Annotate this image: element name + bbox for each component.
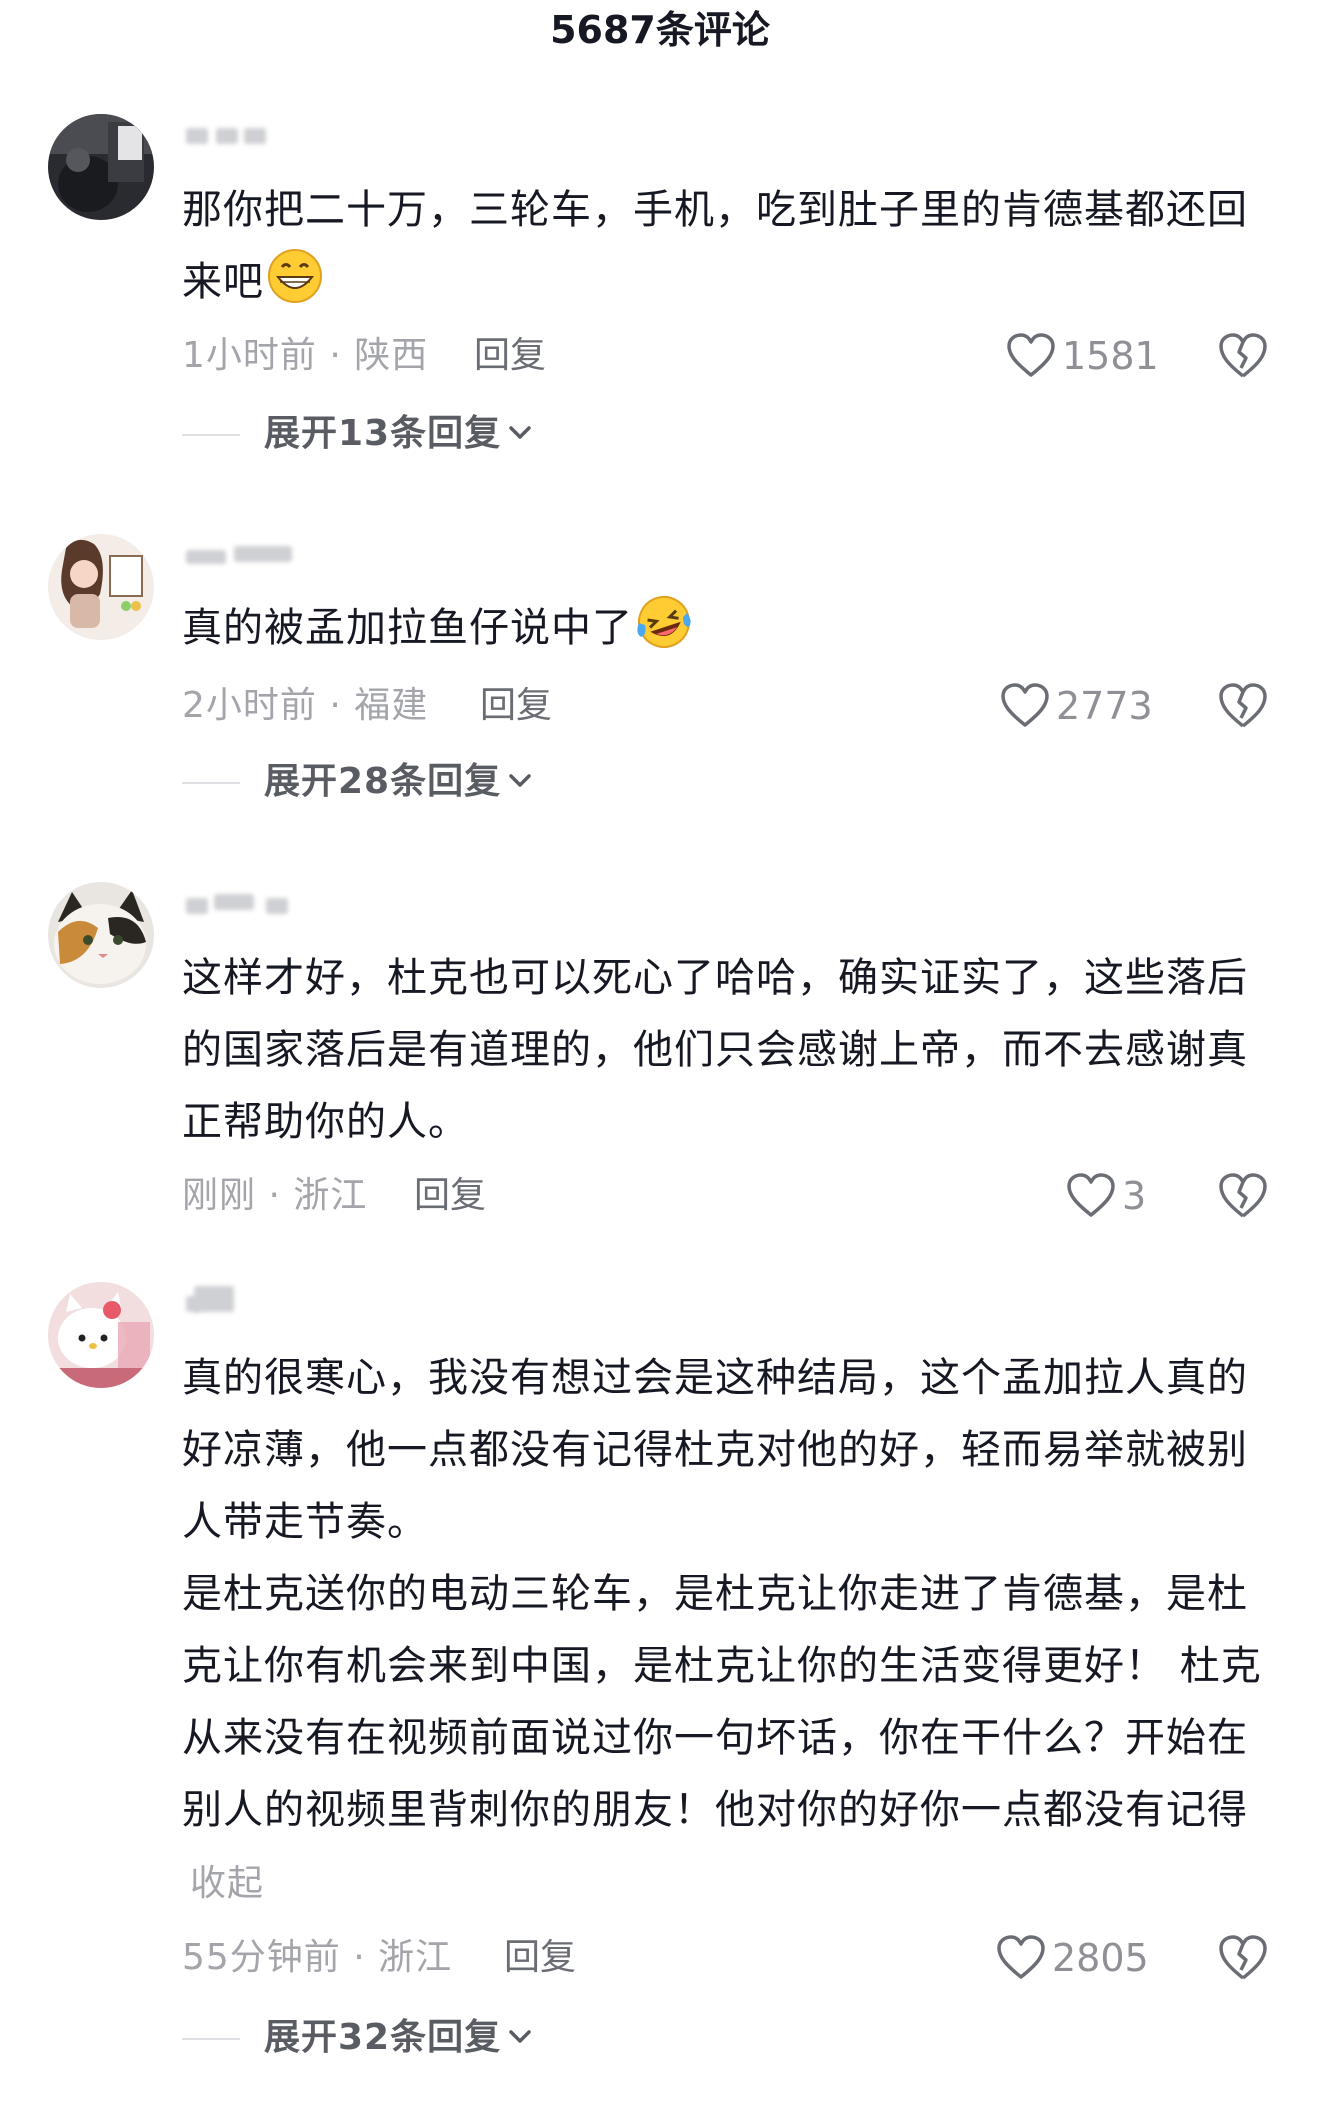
grinning-face-emoji <box>266 247 324 305</box>
heart-icon <box>1001 683 1049 727</box>
time-location: 刚刚 · 浙江 <box>182 1175 368 1216</box>
avatar[interactable] <box>48 114 154 220</box>
collapse-button[interactable]: 收起 <box>190 1863 264 1904</box>
reply-button[interactable]: 回复 <box>480 684 552 728</box>
like-count: 2773 <box>1056 684 1153 728</box>
like-count: 3 <box>1122 1174 1147 1218</box>
divider <box>182 2038 240 2040</box>
comment-text-paragraph-1: 真的很寒心，我没有想过会是这种结局，这个孟加拉人真的好凉薄，他一点都没有记得杜克… <box>182 1355 1248 1545</box>
comment-text-content: 真的被孟加拉鱼仔说中了 <box>182 605 633 651</box>
reply-button[interactable]: 回复 <box>504 1936 576 1980</box>
comment-text-content: 这样才好，杜克也可以死心了哈哈，确实证实了，这些落后的国家落后是有道理的，他们只… <box>182 955 1248 1145</box>
time-location: 2小时前 · 福建 <box>182 685 429 726</box>
like-count: 2805 <box>1052 1936 1149 1980</box>
expand-replies-label: 展开13条回复 <box>264 410 533 458</box>
expand-replies[interactable]: 展开28条回复 <box>182 758 782 806</box>
chevron-down-icon <box>509 2030 531 2043</box>
chevron-down-icon <box>509 426 531 439</box>
comment-text: 真的很寒心，我没有想过会是这种结局，这个孟加拉人真的好凉薄，他一点都没有记得杜克… <box>182 1342 1262 1920</box>
avatar[interactable] <box>48 882 154 988</box>
avatar[interactable] <box>48 1282 154 1388</box>
comment-text: 这样才好，杜克也可以死心了哈哈，确实证实了，这些落后的国家落后是有道理的，他们只… <box>182 942 1262 1158</box>
like-button[interactable]: 2805 <box>996 1930 1149 1986</box>
chevron-down-icon <box>509 774 531 787</box>
divider <box>182 434 240 436</box>
like-count: 1581 <box>1062 334 1159 378</box>
expand-replies-label: 展开32条回复 <box>264 2014 533 2062</box>
comment-meta: 2小时前 · 福建 回复 2773 <box>182 678 1282 734</box>
broken-heart-icon[interactable] <box>1218 682 1268 730</box>
broken-heart-icon[interactable] <box>1218 332 1268 380</box>
comment-text: 真的被孟加拉鱼仔说中了 <box>182 592 1262 664</box>
avatar[interactable] <box>48 534 154 640</box>
like-button[interactable]: 2773 <box>1000 678 1153 734</box>
broken-heart-icon[interactable] <box>1218 1934 1268 1982</box>
username-blurred[interactable] <box>182 122 332 152</box>
comment-meta: 55分钟前 · 浙江 回复 2805 <box>182 1930 1282 1986</box>
comment-count-title: 5687条评论 <box>550 8 770 52</box>
laughing-crying-face-emoji <box>635 593 693 651</box>
comment-text: 那你把二十万，三轮车，手机，吃到肚子里的肯德基都还回来吧 <box>182 174 1262 318</box>
time-location: 1小时前 · 陕西 <box>182 335 429 376</box>
expand-replies[interactable]: 展开13条回复 <box>182 410 782 458</box>
comment-text-content: 那你把二十万，三轮车，手机，吃到肚子里的肯德基都还回来吧 <box>182 187 1248 305</box>
reply-button[interactable]: 回复 <box>414 1174 486 1218</box>
expand-replies-label: 展开28条回复 <box>264 758 533 806</box>
time-location: 55分钟前 · 浙江 <box>182 1937 453 1978</box>
like-button[interactable]: 3 <box>1066 1168 1146 1224</box>
username-blurred[interactable] <box>182 1284 332 1314</box>
heart-icon <box>1067 1173 1115 1217</box>
heart-icon <box>1007 333 1055 377</box>
like-button[interactable]: 1581 <box>1006 328 1159 384</box>
broken-heart-icon[interactable] <box>1218 1172 1268 1220</box>
comment-meta: 刚刚 · 浙江 回复 3 <box>182 1168 1282 1224</box>
divider <box>182 782 240 784</box>
comment-text-paragraph-2: 是杜克送你的电动三轮车，是杜克让你走进了肯德基，是杜克让你有机会来到中国，是杜克… <box>182 1571 1262 1904</box>
expand-replies[interactable]: 展开32条回复 <box>182 2014 782 2062</box>
heart-icon <box>997 1935 1045 1979</box>
username-blurred[interactable] <box>182 888 332 918</box>
reply-button[interactable]: 回复 <box>474 334 546 378</box>
username-blurred[interactable] <box>182 540 332 570</box>
comment-meta: 1小时前 · 陕西 回复 1581 <box>182 328 1282 384</box>
